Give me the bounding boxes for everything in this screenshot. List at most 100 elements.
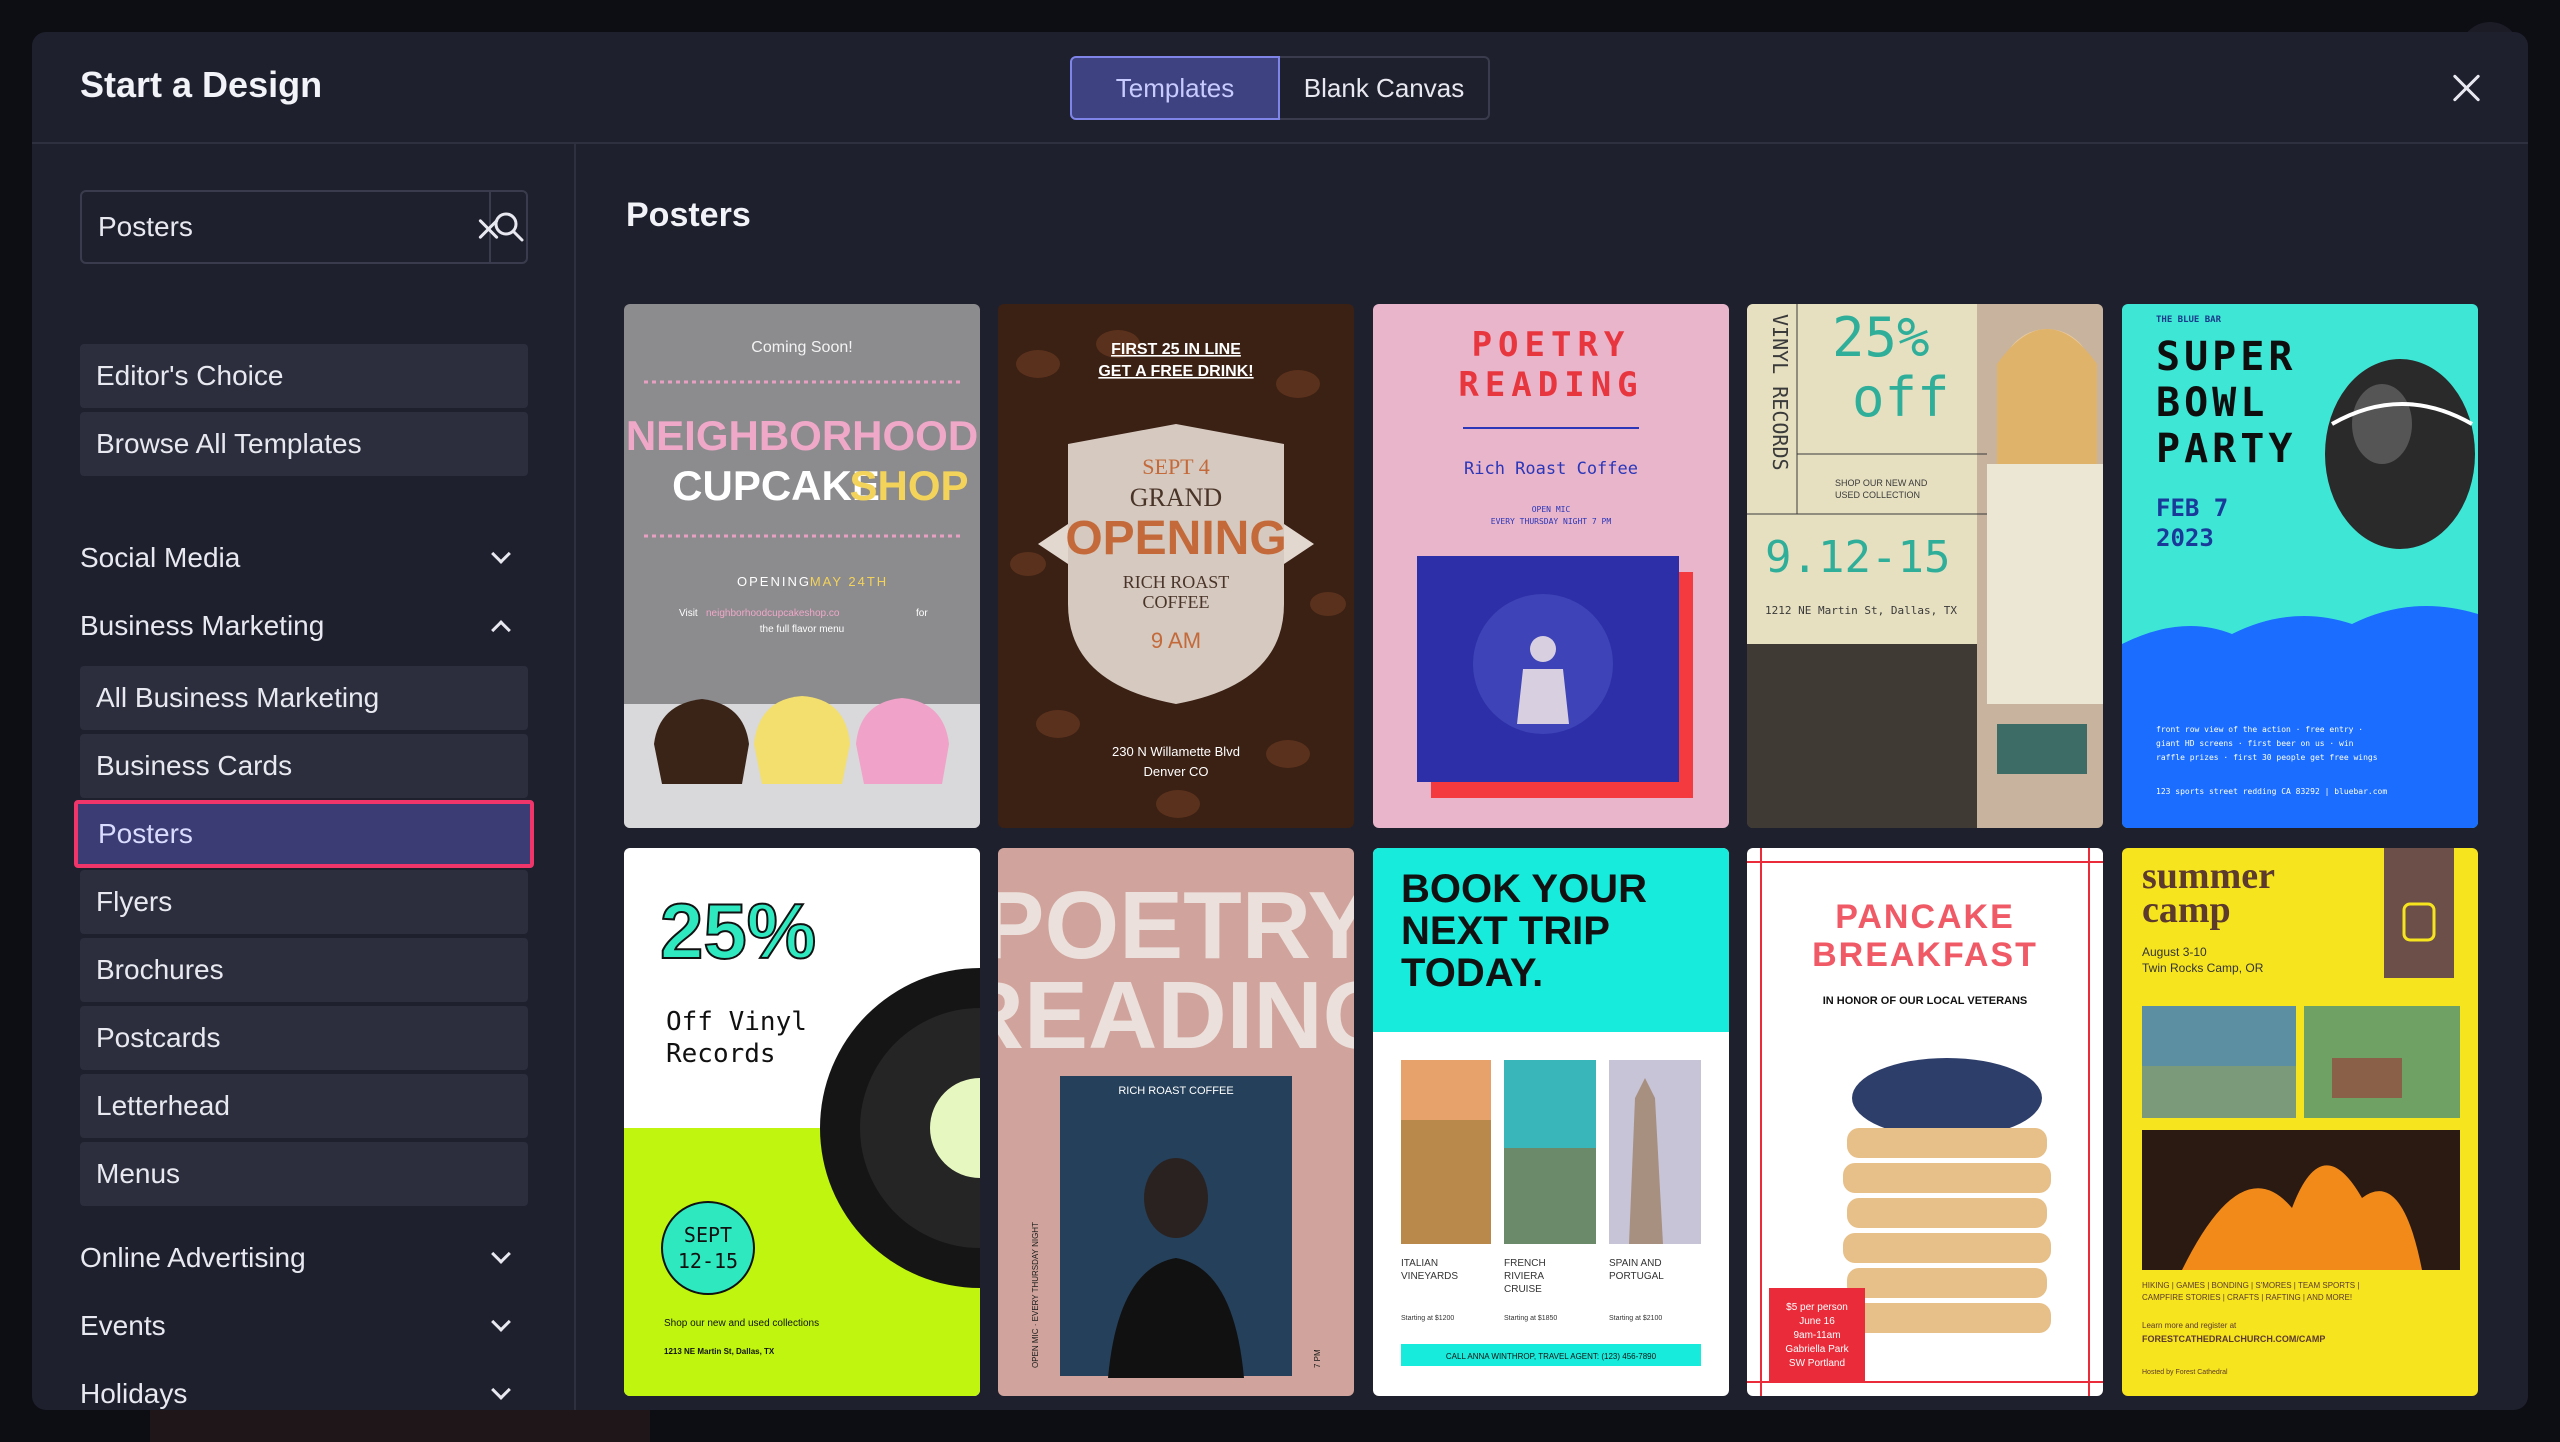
template-card-vinyl-sale[interactable]: VINYL RECORDS 25% off SHOP OUR NEW AND U… <box>1747 304 2103 828</box>
svg-text:CRUISE: CRUISE <box>1504 1284 1542 1295</box>
svg-text:123 sports street redding CA 8: 123 sports street redding CA 83292 | blu… <box>2156 787 2387 796</box>
svg-text:August 3-10: August 3-10 <box>2142 945 2207 959</box>
svg-text:off: off <box>1852 366 1950 429</box>
svg-text:raffle prizes · first 30 peopl: raffle prizes · first 30 people get free… <box>2156 753 2378 762</box>
sidebar-item-browse-all[interactable]: Browse All Templates <box>80 412 528 476</box>
chevron-down-icon <box>491 1244 511 1264</box>
svg-text:PANCAKE: PANCAKE <box>1835 898 2015 936</box>
template-card-pancake-breakfast[interactable]: PANCAKE BREAKFAST IN HONOR OF OUR LOCAL … <box>1747 848 2103 1396</box>
svg-text:FRENCH: FRENCH <box>1504 1258 1546 1269</box>
start-design-modal: Start a Design Templates Blank Canvas Ed… <box>32 32 2528 1410</box>
svg-text:7 PM: 7 PM <box>1313 1349 1322 1368</box>
category-business-marketing[interactable]: Business Marketing <box>80 602 528 650</box>
svg-text:12-15: 12-15 <box>678 1249 738 1273</box>
svg-text:THE BLUE BAR: THE BLUE BAR <box>2156 315 2222 325</box>
tab-blank-canvas[interactable]: Blank Canvas <box>1280 56 1490 120</box>
sidebar-item-brochures[interactable]: Brochures <box>80 938 528 1002</box>
svg-text:for: for <box>916 608 928 619</box>
svg-text:Denver CO: Denver CO <box>1143 764 1208 779</box>
template-card-book-trip[interactable]: BOOK YOUR NEXT TRIP TODAY. ITALIAN VINEY… <box>1373 848 1729 1396</box>
sidebar-item-posters[interactable]: Posters <box>74 800 534 868</box>
category-sidebar: Editor's Choice Browse All Templates Soc… <box>32 144 576 1410</box>
category-online-advertising[interactable]: Online Advertising <box>80 1234 528 1282</box>
svg-text:VINEYARDS: VINEYARDS <box>1401 1271 1458 1282</box>
svg-text:2023: 2023 <box>2156 524 2214 552</box>
svg-text:CALL ANNA WINTHROP, TRAVEL AGE: CALL ANNA WINTHROP, TRAVEL AGENT: (123) … <box>1446 1352 1657 1361</box>
svg-text:giant HD screens · first beer: giant HD screens · first beer on us · wi… <box>2156 739 2354 748</box>
svg-text:June 16: June 16 <box>1799 1316 1835 1327</box>
category-label: Social Media <box>80 542 241 573</box>
svg-text:neighborhoodcupcakeshop.co: neighborhoodcupcakeshop.co <box>706 608 840 619</box>
search-button[interactable] <box>489 192 526 262</box>
svg-text:OPENING: OPENING <box>737 574 811 589</box>
svg-text:RIVIERA: RIVIERA <box>1504 1271 1544 1282</box>
svg-text:COFFEE: COFFEE <box>1142 592 1209 612</box>
svg-text:$5 per person: $5 per person <box>1786 1302 1848 1313</box>
svg-text:Rich Roast Coffee: Rich Roast Coffee <box>1464 459 1638 479</box>
mode-toggle: Templates Blank Canvas <box>1070 56 1490 120</box>
svg-text:camp: camp <box>2142 889 2231 931</box>
sidebar-item-business-cards[interactable]: Business Cards <box>80 734 528 798</box>
template-gallery: Posters Coming Soon! NEIGHBORHOOD CUPCAK… <box>576 144 2528 1410</box>
svg-text:25%: 25% <box>1832 306 1930 369</box>
sidebar-item-all-business-marketing[interactable]: All Business Marketing <box>80 666 528 730</box>
svg-text:Starting at $1850: Starting at $1850 <box>1504 1315 1557 1322</box>
sidebar-item-flyers[interactable]: Flyers <box>80 870 528 934</box>
svg-text:GET A FREE DRINK!: GET A FREE DRINK! <box>1098 363 1253 380</box>
template-card-poetry-reading[interactable]: POETRY READING Rich Roast Coffee OPEN MI… <box>1373 304 1729 828</box>
svg-text:POETRY: POETRY <box>1472 325 1631 365</box>
svg-text:9 AM: 9 AM <box>1151 628 1201 653</box>
svg-text:READING: READING <box>1458 365 1643 405</box>
svg-text:Records: Records <box>666 1039 776 1069</box>
svg-text:RICH ROAST COFFEE: RICH ROAST COFFEE <box>1118 1085 1233 1097</box>
svg-text:IN HONOR OF OUR LOCAL VETERANS: IN HONOR OF OUR LOCAL VETERANS <box>1823 995 2028 1007</box>
clear-search-icon[interactable] <box>459 192 489 262</box>
search-input[interactable] <box>82 192 459 262</box>
svg-text:9.12-15: 9.12-15 <box>1765 532 1950 583</box>
sidebar-item-letterhead[interactable]: Letterhead <box>80 1074 528 1138</box>
chevron-down-icon <box>491 1380 511 1400</box>
svg-text:front row view of the action ·: front row view of the action · free entr… <box>2156 725 2363 734</box>
modal-header: Start a Design Templates Blank Canvas <box>32 32 2528 144</box>
category-label: Holidays <box>80 1378 188 1409</box>
svg-text:USED COLLECTION: USED COLLECTION <box>1835 490 1920 500</box>
template-card-off-vinyl[interactable]: 25% Off Vinyl Records SEPT 12-15 Shop ou… <box>624 848 980 1396</box>
category-holidays[interactable]: Holidays <box>80 1370 528 1410</box>
tab-templates[interactable]: Templates <box>1070 56 1280 120</box>
svg-text:SUPER: SUPER <box>2156 334 2296 380</box>
close-icon[interactable] <box>2446 68 2486 108</box>
svg-text:SEPT: SEPT <box>684 1223 732 1247</box>
svg-text:SHOP: SHOP <box>849 462 968 509</box>
svg-text:FEB 7: FEB 7 <box>2156 494 2228 522</box>
svg-text:FORESTCATHEDRALCHURCH.COM/CAMP: FORESTCATHEDRALCHURCH.COM/CAMP <box>2142 1334 2325 1344</box>
svg-text:FIRST 25 IN LINE: FIRST 25 IN LINE <box>1111 341 1241 358</box>
svg-text:GRAND: GRAND <box>1130 483 1222 512</box>
svg-text:NEIGHBORHOOD: NEIGHBORHOOD <box>626 412 978 459</box>
template-card-super-bowl[interactable]: THE BLUE BAR SUPER BOWL PARTY FEB 7 2023… <box>2122 304 2478 828</box>
template-card-cupcake-shop[interactable]: Coming Soon! NEIGHBORHOOD CUPCAKE SHOP O… <box>624 304 980 828</box>
sidebar-item-editors-choice[interactable]: Editor's Choice <box>80 344 528 408</box>
svg-text:1213 NE Martin St, Dallas, TX: 1213 NE Martin St, Dallas, TX <box>664 1347 775 1356</box>
svg-text:CAMPFIRE STORIES | CRAFTS | RA: CAMPFIRE STORIES | CRAFTS | RAFTING | AN… <box>2142 1293 2352 1302</box>
svg-text:25%: 25% <box>660 887 816 975</box>
svg-text:Learn more and register at: Learn more and register at <box>2142 1321 2237 1330</box>
category-social-media[interactable]: Social Media <box>80 534 528 582</box>
svg-text:1212 NE Martin St, Dallas, TX: 1212 NE Martin St, Dallas, TX <box>1765 604 1957 617</box>
category-events[interactable]: Events <box>80 1302 528 1350</box>
section-title: Posters <box>626 196 751 234</box>
template-card-poetry-photo[interactable]: POETRY READING RICH ROAST COFFEE OPEN MI… <box>998 848 1354 1396</box>
svg-text:PARTY: PARTY <box>2156 426 2296 472</box>
svg-text:OPENING: OPENING <box>1065 512 1286 565</box>
svg-text:9am-11am: 9am-11am <box>1793 1330 1840 1341</box>
template-card-grand-opening[interactable]: FIRST 25 IN LINE GET A FREE DRINK! SEPT … <box>998 304 1354 828</box>
sidebar-item-postcards[interactable]: Postcards <box>80 1006 528 1070</box>
svg-text:SPAIN AND: SPAIN AND <box>1609 1258 1662 1269</box>
svg-text:RICH ROAST: RICH ROAST <box>1123 572 1230 592</box>
svg-text:OPEN MIC: OPEN MIC <box>1532 505 1571 514</box>
svg-text:BREAKFAST: BREAKFAST <box>1812 936 2038 974</box>
svg-text:Starting at $1200: Starting at $1200 <box>1401 1315 1454 1322</box>
chevron-down-icon <box>491 544 511 564</box>
sidebar-item-menus[interactable]: Menus <box>80 1142 528 1206</box>
template-card-summer-camp[interactable]: summer camp August 3-10 Twin Rocks Camp,… <box>2122 848 2478 1396</box>
modal-title: Start a Design <box>80 64 323 105</box>
